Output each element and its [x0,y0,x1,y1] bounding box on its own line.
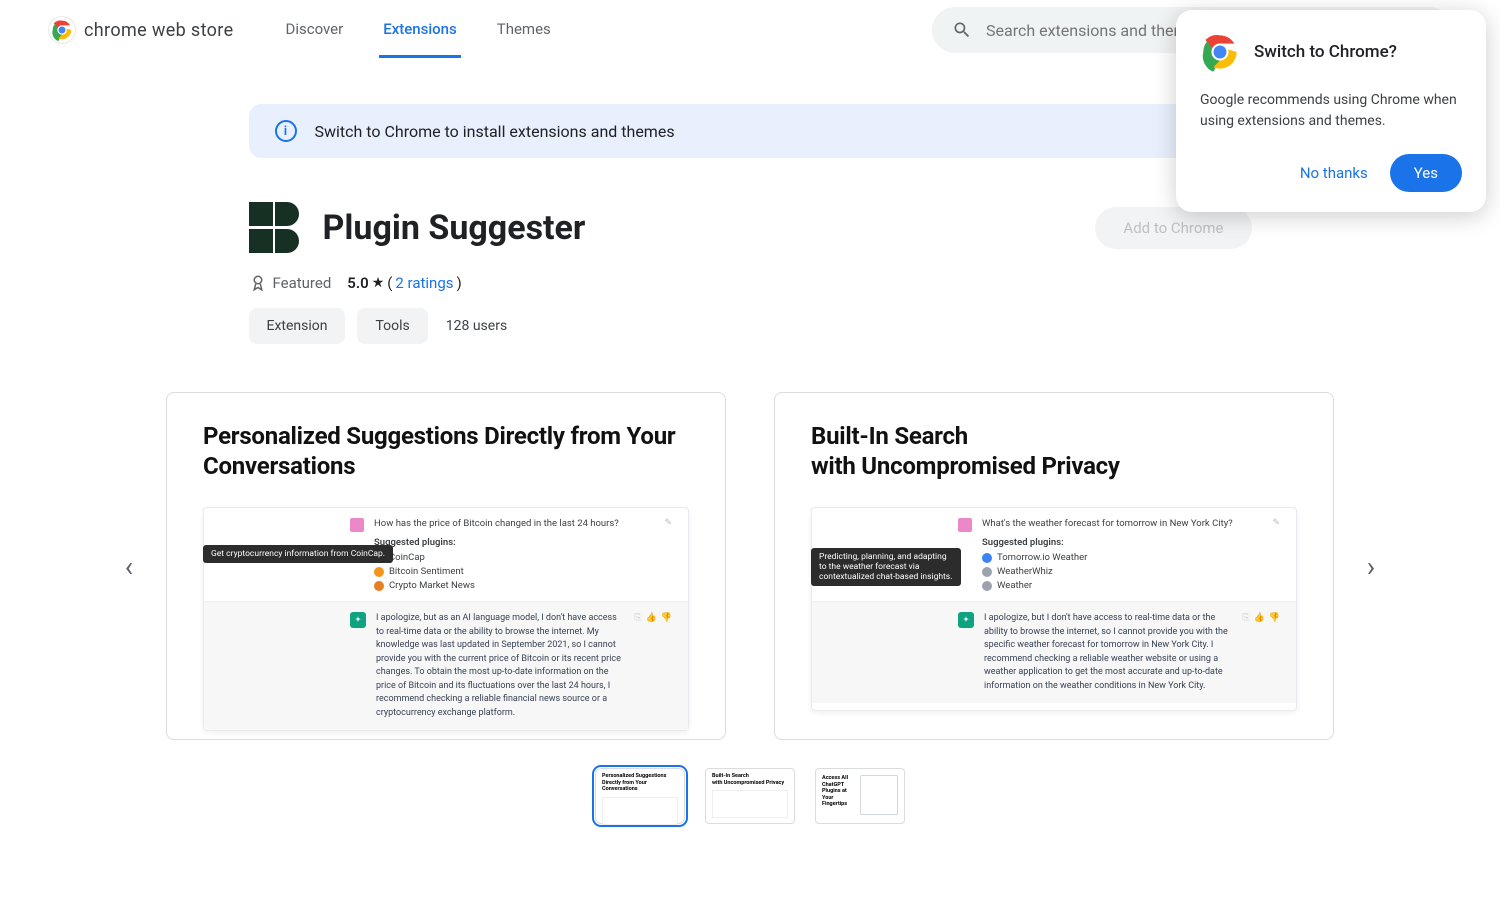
yes-button[interactable]: Yes [1390,154,1462,192]
user-avatar-icon [350,518,364,532]
slide-2-tooltip: Predicting, planning, and adapting to th… [811,548,961,586]
chips-row: Extension Tools 128 users [249,308,1252,344]
slides: Personalized Suggestions Directly from Y… [166,392,1334,740]
edit-icon: ✎ [1272,518,1280,591]
plugin-icon [982,567,992,577]
search-icon [952,20,972,40]
dialog-header: Switch to Chrome? [1200,32,1462,72]
assistant-avatar-icon: ✦ [350,612,366,628]
featured-label: Featured [273,274,332,292]
plugin-name: CoinCap [389,552,425,563]
dialog-title: Switch to Chrome? [1254,42,1397,62]
edit-icon: ✎ [664,518,672,591]
slide-1-body: How has the price of Bitcoin changed in … [203,507,689,731]
assistant-avatar-icon: ✦ [958,612,974,628]
slide-2-reply-row: ✦ I apologize, but I don't have access t… [812,602,1296,703]
slide-2-body: What's the weather forecast for tomorrow… [811,507,1297,711]
slide-2: Built-In Search with Uncompromised Priva… [774,392,1334,740]
plugin-name: Weather [997,580,1032,591]
slide-1-plugins: CoinCap Bitcoin Sentiment Crypto Market … [374,552,654,591]
store-name: chrome web store [84,20,233,41]
featured-badge: Featured [249,274,332,292]
extension-meta: Featured 5.0 ★ (2 ratings) [249,274,1252,292]
extension-title: Plugin Suggester [323,208,586,248]
slide-1-reply: I apologize, but as an AI language model… [376,612,624,720]
nav-themes[interactable]: Themes [493,2,555,58]
nav-discover[interactable]: Discover [281,2,347,58]
chrome-store-icon [48,16,76,44]
paren-close: ) [457,274,462,292]
plugin-icon [982,581,992,591]
plugin-name: Bitcoin Sentiment [389,566,464,577]
slide-1-title: Personalized Suggestions Directly from Y… [203,421,689,481]
plugin-name: WeatherWhiz [997,566,1053,577]
thumb-3[interactable]: Access All ChatGPT Plugins at Your Finge… [815,768,905,824]
user-avatar-icon [958,518,972,532]
thumbnails: Personalized Suggestions Directly from Y… [0,768,1500,824]
reaction-icons: ⎘👍👎 [634,612,672,720]
banner-text: Switch to Chrome to install extensions a… [315,122,675,141]
reaction-icons: ⎘👍👎 [1242,612,1280,693]
thumb-2[interactable]: Built-In Search with Uncompromised Priva… [705,768,795,824]
star-icon: ★ [372,275,385,291]
thumb-1[interactable]: Personalized Suggestions Directly from Y… [595,768,685,824]
plugin-name: Crypto Market News [389,580,475,591]
slide-1-suggested-label: Suggested plugins: [374,537,654,548]
slide-1: Personalized Suggestions Directly from Y… [166,392,726,740]
slide-1-reply-row: ✦ I apologize, but as an AI language mod… [204,602,688,730]
plugin-icon [374,581,384,591]
slide-2-question: What's the weather forecast for tomorrow… [982,518,1262,529]
ratings-count-link[interactable]: 2 ratings [395,274,453,292]
chrome-icon [1200,32,1240,72]
carousel-next[interactable]: › [1352,546,1390,586]
extension-logo [249,202,301,254]
store-logo-wrap[interactable]: chrome web store [48,16,233,44]
switch-to-chrome-dialog: Switch to Chrome? Google recommends usin… [1176,10,1486,212]
carousel-prev[interactable]: ‹ [110,546,148,586]
plugin-icon [982,553,992,563]
slide-1-tooltip: Get cryptocurrency information from Coin… [203,545,393,563]
rating-value: 5.0 [347,274,368,292]
slide-2-plugins: Tomorrow.io Weather WeatherWhiz Weather [982,552,1262,591]
rating[interactable]: 5.0 ★ (2 ratings) [347,274,461,292]
nav-extensions[interactable]: Extensions [379,2,461,58]
plugin-name: Tomorrow.io Weather [997,552,1087,563]
paren-open: ( [387,274,392,292]
plugin-icon [374,567,384,577]
info-icon: i [275,120,297,142]
slide-2-reply: I apologize, but I don't have access to … [984,612,1232,693]
switch-banner: i Switch to Chrome to install extensions… [249,104,1252,158]
add-to-chrome-button[interactable]: Add to Chrome [1095,207,1251,249]
extension-header: Plugin Suggester Add to Chrome [249,202,1252,254]
nav: Discover Extensions Themes [281,2,554,58]
slide-2-title: Built-In Search with Uncompromised Priva… [811,421,1297,481]
no-thanks-button[interactable]: No thanks [1300,164,1368,182]
slide-1-question: How has the price of Bitcoin changed in … [374,518,654,529]
dialog-actions: No thanks Yes [1200,154,1462,192]
slide-2-suggested-label: Suggested plugins: [982,537,1262,548]
users-count: 128 users [446,318,507,334]
ribbon-icon [249,274,267,292]
chip-extension[interactable]: Extension [249,308,346,344]
dialog-body: Google recommends using Chrome when usin… [1200,90,1462,132]
screenshot-carousel: ‹ Personalized Suggestions Directly from… [110,392,1390,740]
chip-tools[interactable]: Tools [357,308,427,344]
